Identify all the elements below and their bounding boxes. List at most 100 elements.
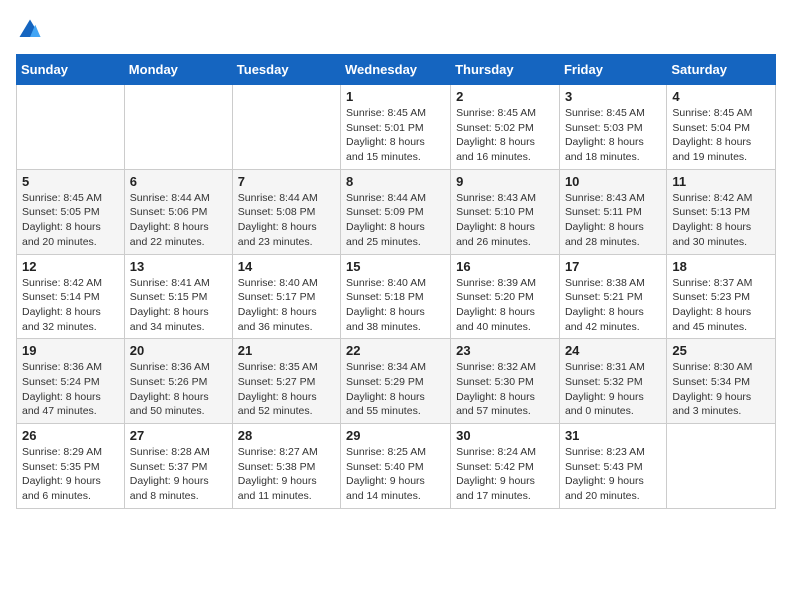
logo	[16, 16, 48, 44]
calendar-cell: 23 Sunrise: 8:32 AM Sunset: 5:30 PM Dayli…	[451, 339, 560, 424]
day-info: Sunrise: 8:39 AM Sunset: 5:20 PM Dayligh…	[456, 276, 554, 335]
day-info: Sunrise: 8:45 AM Sunset: 5:01 PM Dayligh…	[346, 106, 445, 165]
day-number: 17	[565, 259, 661, 274]
day-number: 8	[346, 174, 445, 189]
calendar-cell: 12Sunrise: 8:42 AM Sunset: 5:14 PM Dayli…	[17, 254, 125, 339]
day-info: Sunrise: 8:36 AM Sunset: 5:24 PM Dayligh…	[22, 360, 119, 419]
calendar-cell: 8 Sunrise: 8:44 AM Sunset: 5:09 PM Daylig…	[341, 169, 451, 254]
calendar-cell: 31Sunrise: 8:23 AM Sunset: 5:43 PM Dayli…	[559, 424, 666, 509]
col-header-monday: Monday	[124, 55, 232, 85]
day-info: Sunrise: 8:37 AM Sunset: 5:23 PM Dayligh…	[672, 276, 770, 335]
day-info: Sunrise: 8:44 AM Sunset: 5:09 PM Dayligh…	[346, 191, 445, 250]
calendar-cell: 21 Sunrise: 8:35 AM Sunset: 5:27 PM Dayli…	[232, 339, 340, 424]
day-number: 9	[456, 174, 554, 189]
day-number: 7	[238, 174, 335, 189]
calendar-cell: 30Sunrise: 8:24 AM Sunset: 5:42 PM Dayli…	[451, 424, 560, 509]
day-info: Sunrise: 8:30 AM Sunset: 5:34 PM Dayligh…	[672, 360, 770, 419]
col-header-wednesday: Wednesday	[341, 55, 451, 85]
col-header-sunday: Sunday	[17, 55, 125, 85]
calendar-cell: 1 Sunrise: 8:45 AM Sunset: 5:01 PM Daylig…	[341, 85, 451, 170]
calendar-cell	[17, 85, 125, 170]
day-info: Sunrise: 8:32 AM Sunset: 5:30 PM Dayligh…	[456, 360, 554, 419]
calendar-cell: 13 Sunrise: 8:41 AM Sunset: 5:15 PM Dayli…	[124, 254, 232, 339]
day-info: Sunrise: 8:41 AM Sunset: 5:15 PM Dayligh…	[130, 276, 227, 335]
day-info: Sunrise: 8:40 AM Sunset: 5:17 PM Dayligh…	[238, 276, 335, 335]
day-info: Sunrise: 8:38 AM Sunset: 5:21 PM Dayligh…	[565, 276, 661, 335]
calendar-cell	[124, 85, 232, 170]
calendar: SundayMondayTuesdayWednesdayThursdayFrid…	[16, 54, 776, 509]
day-number: 20	[130, 343, 227, 358]
calendar-cell: 17 Sunrise: 8:38 AM Sunset: 5:21 PM Dayli…	[559, 254, 666, 339]
col-header-friday: Friday	[559, 55, 666, 85]
day-number: 23	[456, 343, 554, 358]
calendar-cell: 27 Sunrise: 8:28 AM Sunset: 5:37 PM Dayli…	[124, 424, 232, 509]
day-info: Sunrise: 8:24 AM Sunset: 5:42 PM Dayligh…	[456, 445, 554, 504]
day-info: Sunrise: 8:45 AM Sunset: 5:05 PM Dayligh…	[22, 191, 119, 250]
calendar-cell: 16 Sunrise: 8:39 AM Sunset: 5:20 PM Dayli…	[451, 254, 560, 339]
day-number: 27	[130, 428, 227, 443]
calendar-cell: 11 Sunrise: 8:42 AM Sunset: 5:13 PM Dayli…	[667, 169, 776, 254]
calendar-cell	[232, 85, 340, 170]
calendar-cell: 26 Sunrise: 8:29 AM Sunset: 5:35 PM Dayli…	[17, 424, 125, 509]
calendar-cell: 22 Sunrise: 8:34 AM Sunset: 5:29 PM Dayli…	[341, 339, 451, 424]
day-number: 11	[672, 174, 770, 189]
calendar-cell: 25 Sunrise: 8:30 AM Sunset: 5:34 PM Dayli…	[667, 339, 776, 424]
day-info: Sunrise: 8:27 AM Sunset: 5:38 PM Dayligh…	[238, 445, 335, 504]
day-number: 1	[346, 89, 445, 104]
day-number: 22	[346, 343, 445, 358]
day-number: 19	[22, 343, 119, 358]
day-number: 6	[130, 174, 227, 189]
day-info: Sunrise: 8:34 AM Sunset: 5:29 PM Dayligh…	[346, 360, 445, 419]
day-number: 14	[238, 259, 335, 274]
day-number: 25	[672, 343, 770, 358]
day-info: Sunrise: 8:43 AM Sunset: 5:11 PM Dayligh…	[565, 191, 661, 250]
day-number: 26	[22, 428, 119, 443]
day-number: 28	[238, 428, 335, 443]
day-info: Sunrise: 8:45 AM Sunset: 5:03 PM Dayligh…	[565, 106, 661, 165]
day-info: Sunrise: 8:35 AM Sunset: 5:27 PM Dayligh…	[238, 360, 335, 419]
day-info: Sunrise: 8:45 AM Sunset: 5:02 PM Dayligh…	[456, 106, 554, 165]
day-info: Sunrise: 8:42 AM Sunset: 5:13 PM Dayligh…	[672, 191, 770, 250]
calendar-week-5: 26 Sunrise: 8:29 AM Sunset: 5:35 PM Dayli…	[17, 424, 776, 509]
day-info: Sunrise: 8:43 AM Sunset: 5:10 PM Dayligh…	[456, 191, 554, 250]
day-info: Sunrise: 8:23 AM Sunset: 5:43 PM Dayligh…	[565, 445, 661, 504]
calendar-week-4: 19 Sunrise: 8:36 AM Sunset: 5:24 PM Dayli…	[17, 339, 776, 424]
calendar-week-3: 12Sunrise: 8:42 AM Sunset: 5:14 PM Dayli…	[17, 254, 776, 339]
day-info: Sunrise: 8:25 AM Sunset: 5:40 PM Dayligh…	[346, 445, 445, 504]
calendar-cell: 24Sunrise: 8:31 AM Sunset: 5:32 PM Dayli…	[559, 339, 666, 424]
calendar-cell: 5 Sunrise: 8:45 AM Sunset: 5:05 PM Daylig…	[17, 169, 125, 254]
col-header-saturday: Saturday	[667, 55, 776, 85]
day-number: 3	[565, 89, 661, 104]
calendar-cell: 10 Sunrise: 8:43 AM Sunset: 5:11 PM Dayli…	[559, 169, 666, 254]
day-number: 15	[346, 259, 445, 274]
day-info: Sunrise: 8:28 AM Sunset: 5:37 PM Dayligh…	[130, 445, 227, 504]
calendar-cell: 9 Sunrise: 8:43 AM Sunset: 5:10 PM Daylig…	[451, 169, 560, 254]
day-info: Sunrise: 8:44 AM Sunset: 5:06 PM Dayligh…	[130, 191, 227, 250]
calendar-cell: 2Sunrise: 8:45 AM Sunset: 5:02 PM Daylig…	[451, 85, 560, 170]
day-info: Sunrise: 8:29 AM Sunset: 5:35 PM Dayligh…	[22, 445, 119, 504]
calendar-cell: 28 Sunrise: 8:27 AM Sunset: 5:38 PM Dayli…	[232, 424, 340, 509]
calendar-cell: 7Sunrise: 8:44 AM Sunset: 5:08 PM Daylig…	[232, 169, 340, 254]
col-header-tuesday: Tuesday	[232, 55, 340, 85]
day-info: Sunrise: 8:45 AM Sunset: 5:04 PM Dayligh…	[672, 106, 770, 165]
day-number: 5	[22, 174, 119, 189]
day-number: 21	[238, 343, 335, 358]
calendar-cell: 3 Sunrise: 8:45 AM Sunset: 5:03 PM Daylig…	[559, 85, 666, 170]
calendar-week-1: 1 Sunrise: 8:45 AM Sunset: 5:01 PM Daylig…	[17, 85, 776, 170]
day-number: 13	[130, 259, 227, 274]
day-number: 18	[672, 259, 770, 274]
day-info: Sunrise: 8:42 AM Sunset: 5:14 PM Dayligh…	[22, 276, 119, 335]
day-number: 10	[565, 174, 661, 189]
day-number: 16	[456, 259, 554, 274]
calendar-cell: 29Sunrise: 8:25 AM Sunset: 5:40 PM Dayli…	[341, 424, 451, 509]
calendar-cell: 19 Sunrise: 8:36 AM Sunset: 5:24 PM Dayli…	[17, 339, 125, 424]
calendar-week-2: 5 Sunrise: 8:45 AM Sunset: 5:05 PM Daylig…	[17, 169, 776, 254]
day-info: Sunrise: 8:36 AM Sunset: 5:26 PM Dayligh…	[130, 360, 227, 419]
day-info: Sunrise: 8:40 AM Sunset: 5:18 PM Dayligh…	[346, 276, 445, 335]
col-header-thursday: Thursday	[451, 55, 560, 85]
calendar-cell: 18 Sunrise: 8:37 AM Sunset: 5:23 PM Dayli…	[667, 254, 776, 339]
day-number: 4	[672, 89, 770, 104]
calendar-cell: 15 Sunrise: 8:40 AM Sunset: 5:18 PM Dayli…	[341, 254, 451, 339]
calendar-cell	[667, 424, 776, 509]
calendar-header-row: SundayMondayTuesdayWednesdayThursdayFrid…	[17, 55, 776, 85]
